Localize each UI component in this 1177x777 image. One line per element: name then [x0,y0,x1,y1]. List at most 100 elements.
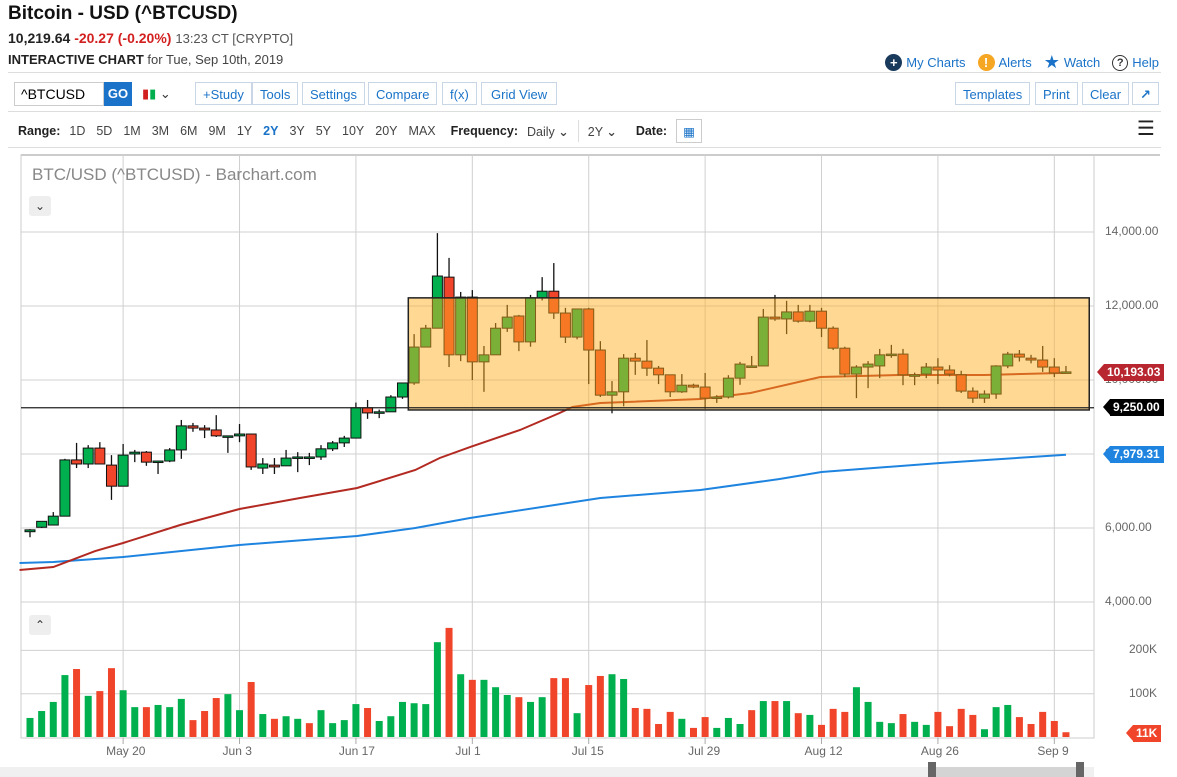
navigator-right-handle[interactable] [1076,762,1084,777]
volume-bar [841,711,849,737]
volume-bar [515,697,523,737]
volume-bar [73,669,81,737]
volume-bar [247,682,255,737]
volume-bar [759,701,767,737]
volume-bar [934,711,942,737]
volume-bar [678,718,686,737]
volume-bar [992,707,1000,737]
volume-bar [410,703,418,737]
volume-bar [224,694,232,737]
volume-bar [317,710,325,737]
volume-bar [398,701,406,737]
volume-bar [794,713,802,737]
volume-bar [329,723,337,737]
volume-bar [631,707,639,737]
volume-bar [1004,704,1012,737]
volume-bar [922,724,930,737]
consolidation-box [407,297,1090,411]
volume-bar [375,720,383,737]
candle-up [175,425,187,451]
volume-bar [492,687,500,737]
volume-bar [596,675,604,737]
volume-bar [573,713,581,737]
candle-up [47,515,59,526]
volume-bar [1050,720,1058,737]
collapse-volume-button[interactable]: ⌃ [29,615,51,635]
volume-bar [643,708,651,737]
volume-bar [468,679,476,737]
volume-bar [713,727,721,737]
volume-bar [806,714,814,737]
x-tick-label: Jun 17 [338,744,375,758]
volume-bar [119,690,127,737]
volume-bar [666,711,674,737]
candle-up [280,457,292,467]
volume-bar [538,697,546,737]
candle-down [140,451,152,463]
x-tick-label: Aug 26 [920,744,959,758]
volume-bar [131,707,139,737]
volume-bar [177,698,185,737]
volume-tag: 11K [1125,725,1162,742]
volume-bar [585,685,593,737]
volume-bar [340,720,348,737]
volume-bar [1062,732,1070,737]
volume-bar [387,716,395,737]
volume-bar [620,678,628,737]
candle-up [257,463,269,469]
candle-up [152,460,164,464]
volume-bar [980,729,988,737]
volume-tick-label: 200K [1129,642,1158,657]
volume-bar [864,701,872,737]
volume-bar [503,694,511,737]
volume-bar [433,642,441,737]
volume-bar [142,707,150,737]
volume-bar [1039,711,1047,737]
volume-bar [689,727,697,737]
navigator-window[interactable] [932,767,1080,777]
volume-bar [724,717,732,737]
volume-bar [189,720,197,737]
volume-bar [236,710,244,737]
volume-bar [96,691,104,737]
volume-bar [550,678,558,737]
candle-up [396,382,408,398]
y-tick-label: 4,000.00 [1105,594,1152,608]
ma-fast-tag: 10,193.03 [1096,364,1165,381]
candle-up [327,442,339,450]
volume-bar [282,716,290,737]
volume-bar [748,710,756,737]
x-tick-label: Jul 1 [455,744,481,758]
volume-bar [887,723,895,737]
volume-bar [655,724,663,737]
volume-bar [911,721,919,737]
volume-bar [84,695,92,737]
volume-bar [899,714,907,737]
candle-up [350,407,362,439]
candle-up [536,290,548,299]
candle-up [24,529,36,533]
candle-up [164,449,176,462]
volume-bar [422,704,430,737]
candle-up [385,396,397,413]
candle-up [303,456,315,459]
volume-bar [154,704,162,737]
collapse-price-button[interactable]: ⌄ [29,196,51,216]
y-tick-label: 6,000.00 [1105,520,1152,534]
candle-up [292,456,304,459]
volume-bar [946,726,954,737]
candle-up [373,411,385,414]
volume-bar [201,711,209,737]
volume-bar [783,701,791,737]
volume-bar [480,679,488,737]
volume-bar [527,701,535,737]
candle-up [82,447,94,465]
volume-bar [305,723,313,737]
price-chart[interactable] [0,0,1177,777]
navigator-left-handle[interactable] [928,762,936,777]
volume-bar [829,708,837,737]
chart-title: BTC/USD (^BTCUSD) - Barchart.com [32,165,317,184]
volume-bar [457,674,465,737]
volume-bar [1027,724,1035,737]
volume-bar [957,708,965,737]
